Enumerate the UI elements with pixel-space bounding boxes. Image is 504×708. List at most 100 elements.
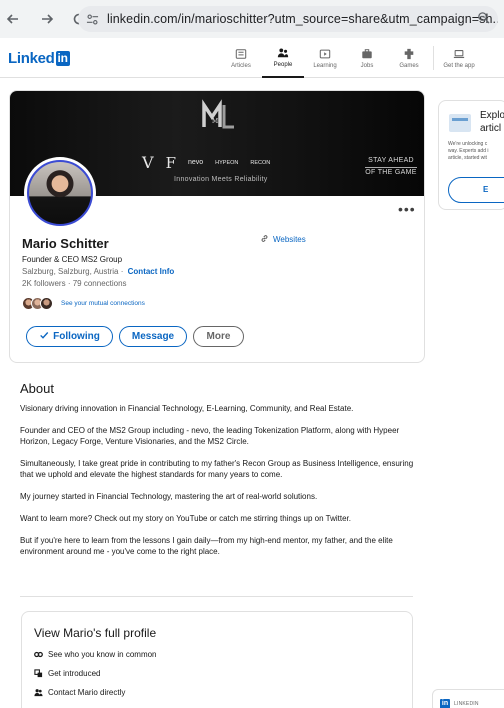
mutual-connections[interactable]: See your mutual connections	[22, 297, 145, 310]
nav-people[interactable]: People	[262, 38, 304, 78]
nav-learning[interactable]: Learning	[304, 38, 346, 78]
check-icon	[39, 330, 49, 343]
card-body-line-1: We're unlocking c	[448, 141, 488, 147]
address-bar[interactable]: linkedin.com/in/marioschitter?utm_source…	[78, 6, 498, 32]
nav-label: Jobs	[360, 63, 374, 69]
card-body-line-3: article, started wit	[448, 155, 487, 161]
full-profile-item: Contact Mario directly	[34, 688, 125, 697]
banner-slogan: STAY AHEAD OF THE GAME	[365, 156, 417, 177]
mutual-avatar	[40, 297, 53, 310]
browser-toolbar: linkedin.com/in/marioschitter?utm_source…	[0, 0, 504, 38]
nav-jobs[interactable]: Jobs	[346, 38, 388, 78]
brand-hypeon: HYPEON	[215, 159, 239, 166]
card-body-line-2: way. Experts add i	[448, 148, 489, 154]
full-profile-title: View Mario's full profile	[34, 626, 157, 640]
zoom-icon[interactable]	[477, 11, 490, 27]
section-divider	[20, 596, 413, 597]
brand-v: V	[142, 153, 154, 172]
profile-headline: Founder & CEO MS2 Group	[22, 255, 123, 264]
banner-tagline: Innovation Meets Reliability	[174, 176, 268, 183]
profile-actions: Following Message More	[26, 326, 244, 347]
nav-games[interactable]: Games	[388, 38, 430, 78]
ms-monogram-logo: M	[202, 99, 234, 129]
explore-button[interactable]: E	[448, 177, 504, 203]
linkedin-widget[interactable]: in LINKEDIN	[432, 689, 504, 708]
avatar[interactable]	[24, 157, 96, 229]
nav-articles[interactable]: Articles	[220, 38, 262, 78]
websites-link[interactable]: Websites	[260, 234, 306, 245]
following-label: Following	[53, 331, 100, 342]
learning-icon	[318, 47, 332, 61]
card-title-line-2: articl	[480, 123, 502, 134]
article-thumbnail	[449, 114, 471, 132]
full-profile-item-label: See who you know in common	[48, 650, 157, 659]
follower-stats: 2K followers · 79 connections	[22, 279, 127, 288]
brand-recon: RECON	[250, 159, 271, 166]
about-paragraph: Founder and CEO of the MS2 Group includi…	[20, 426, 400, 446]
logo-in: in	[55, 51, 70, 66]
websites-label: Websites	[273, 235, 306, 244]
card-body: We're unlocking c way. Experts add i art…	[448, 141, 488, 162]
linkedin-logo[interactable]: Linked in	[8, 50, 70, 67]
about-paragraph: Visionary driving innovation in Financia…	[20, 404, 354, 413]
back-icon[interactable]	[4, 10, 22, 28]
forward-icon[interactable]	[38, 10, 56, 28]
slogan-line-1: STAY AHEAD	[368, 157, 414, 164]
nav-divider	[433, 46, 434, 70]
widget-text: LINKEDIN	[454, 701, 479, 707]
people-icon	[276, 46, 290, 60]
brand-f: F	[165, 153, 176, 172]
more-options-icon[interactable]: •••	[398, 201, 416, 217]
about-heading: About	[20, 381, 54, 396]
nav-label: Games	[399, 63, 419, 69]
nav-label: People	[273, 62, 293, 68]
contact-info-link[interactable]: Contact Info	[128, 267, 175, 276]
nav-label: Articles	[231, 63, 251, 69]
laptop-icon	[452, 47, 466, 61]
full-profile-card: View Mario's full profile See who you kn…	[21, 611, 413, 708]
widget-logo: in	[440, 699, 450, 708]
brand-nevo: nevo	[187, 159, 204, 166]
jobs-icon	[360, 47, 374, 61]
games-icon	[402, 47, 416, 61]
location-text: Salzburg, Salzburg, Austria	[22, 267, 119, 276]
mutual-connections-label: See your mutual connections	[61, 300, 145, 307]
articles-icon	[234, 47, 248, 61]
explore-articles-card: Explo articl We're unlocking c way. Expe…	[438, 100, 504, 210]
mutual-avatars	[22, 297, 53, 310]
slogan-line-2: OF THE GAME	[365, 169, 417, 176]
full-profile-item-label: Contact Mario directly	[48, 688, 126, 697]
card-title: Explo articl	[480, 109, 504, 135]
about-paragraph: But if you're here to learn from the les…	[20, 536, 393, 556]
top-nav: Articles People Learning Jobs Games Get …	[220, 38, 480, 78]
introduce-icon	[34, 669, 43, 678]
link-icon	[260, 234, 269, 245]
svg-text:M: M	[212, 118, 218, 125]
logo-text: Linked	[8, 50, 55, 67]
full-profile-item-label: Get introduced	[48, 669, 101, 678]
profile-location: Salzburg, Salzburg, Austria · Contact In…	[22, 267, 174, 276]
card-title-line-1: Explo	[480, 110, 504, 121]
linkedin-header: Linked in Articles People Learning Jobs …	[0, 38, 504, 78]
full-profile-item: See who you know in common	[34, 650, 157, 659]
separator: ·	[120, 267, 124, 276]
nav-label: Get the app	[443, 63, 475, 69]
url-text: linkedin.com/in/marioschitter?utm_source…	[107, 12, 498, 26]
connections-count: 79 connections	[72, 279, 127, 288]
about-paragraph: My journey started in Financial Technolo…	[20, 492, 318, 501]
more-button[interactable]: More	[193, 326, 244, 347]
profile-name: Mario Schitter	[22, 236, 109, 251]
separator: ·	[67, 279, 71, 288]
followers-count: 2K followers	[22, 279, 66, 288]
following-button[interactable]: Following	[26, 326, 113, 347]
nav-label: Learning	[313, 63, 337, 69]
contact-icon	[34, 688, 43, 697]
site-settings-icon[interactable]	[86, 11, 99, 27]
about-paragraph: Want to learn more? Check out my story o…	[20, 514, 351, 523]
full-profile-item: Get introduced	[34, 669, 100, 678]
about-paragraph: Simultaneously, I take great pride in co…	[20, 459, 414, 479]
profile-card: M V F nevo HYPEON RECON Innovation Meets…	[9, 90, 425, 363]
nav-get-app[interactable]: Get the app	[438, 38, 480, 78]
message-button[interactable]: Message	[119, 326, 187, 347]
about-text: Visionary driving innovation in Financia…	[20, 403, 415, 568]
